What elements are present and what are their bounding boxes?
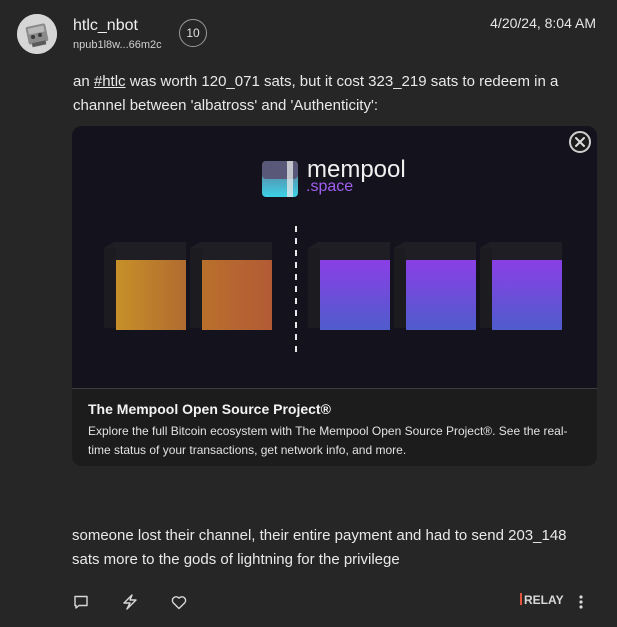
avatar[interactable] [17,14,57,54]
hashtag-link[interactable]: #htlc [94,73,126,90]
note-content-2: someone lost their channel, their entire… [72,527,567,568]
relay-accent-bar [520,593,522,605]
follow-count-badge[interactable]: 10 [179,19,207,47]
more-options-button[interactable] [571,592,591,612]
purple-block-2 [394,242,476,330]
logo-subword: .space [306,178,354,195]
close-preview-button[interactable] [569,131,591,153]
note-content: an #htlc was worth 120_071 sats, but it … [73,70,593,118]
relay-label: RELAY [524,593,564,607]
purple-block-1 [308,242,390,330]
link-preview-title: The Mempool Open Source Project® [88,401,331,417]
more-icon [579,595,583,609]
link-preview-image: mempool .space [72,126,597,388]
reply-icon [74,595,88,609]
orange-block-1 [104,242,186,330]
link-preview-card[interactable]: mempool .space The Mempool Open Source P… [72,126,597,466]
reply-button[interactable] [71,592,91,612]
note-text-body: was worth 120_071 sats, but it cost 323_… [73,73,559,114]
post-timestamp[interactable]: 4/20/24, 8:04 AM [490,15,596,31]
like-icon [171,595,187,609]
close-icon [575,137,585,147]
like-button[interactable] [169,592,189,612]
mempool-logo-icon [262,161,298,197]
zap-icon [123,594,137,610]
link-preview-description: Explore the full Bitcoin ecosystem with … [88,424,568,457]
zap-button[interactable] [120,592,140,612]
author-npub[interactable]: npub1l8w...66m2c [73,39,162,51]
author-name[interactable]: htlc_nbot [73,17,138,35]
relay-badge[interactable]: RELAY [520,593,564,607]
purple-block-3 [480,242,562,330]
link-preview-body[interactable]: The Mempool Open Source Project® Explore… [72,389,597,466]
avatar-robot-icon [17,14,57,54]
note-text-prefix: an [73,73,94,90]
orange-block-2 [190,242,272,330]
